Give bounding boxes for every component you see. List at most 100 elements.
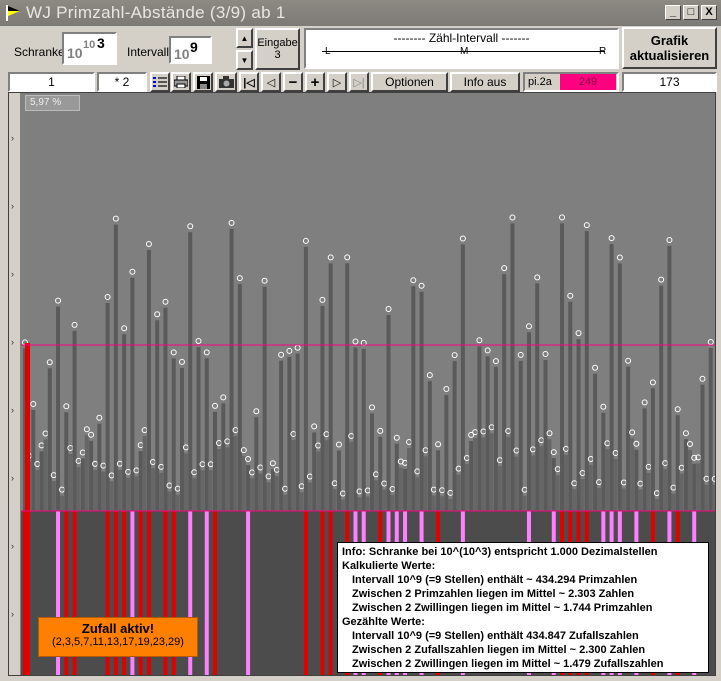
plot-point <box>174 485 181 492</box>
optionen-button[interactable]: Optionen <box>371 72 448 92</box>
plot-bar <box>258 473 263 511</box>
zufall-primes: (2,3,5,7,11,13,17,19,23,29) <box>52 636 184 648</box>
save-button[interactable] <box>193 72 213 92</box>
plot-point <box>154 311 161 318</box>
plot-point <box>236 275 243 282</box>
grafik-aktualisieren-button[interactable]: Grafik aktualisieren <box>622 27 717 69</box>
floppy-disk-icon <box>196 75 210 89</box>
plot-bar <box>675 415 680 511</box>
plot-bar <box>696 463 701 511</box>
plot-bar <box>316 451 321 511</box>
plot-point <box>50 472 57 479</box>
plot-point <box>658 276 665 283</box>
zufall-title: Zufall aktiv! <box>81 621 155 636</box>
tick-mark: › <box>11 541 14 551</box>
plot-point <box>563 445 570 452</box>
prev-button[interactable]: ◁ <box>261 72 281 92</box>
plot-point <box>100 462 107 469</box>
list-view-button[interactable] <box>150 72 170 92</box>
camera-button[interactable] <box>215 72 237 92</box>
plot-point <box>67 444 74 451</box>
plot-bar <box>423 456 428 511</box>
plot-point <box>75 457 82 464</box>
first-button[interactable]: |◁ <box>239 72 259 92</box>
last-button[interactable]: ▷| <box>349 72 369 92</box>
plot-bar <box>609 244 614 511</box>
maximize-button[interactable]: □ <box>683 5 699 20</box>
plot-point <box>505 427 512 434</box>
plot-point <box>137 442 144 449</box>
intervall-field[interactable]: 10 9 <box>169 36 212 64</box>
schranke-field[interactable]: 10 10 3 <box>62 32 117 65</box>
plot-bar <box>237 284 242 511</box>
plot-bar <box>659 285 664 511</box>
plot-bar <box>638 489 643 511</box>
plus-button[interactable]: + <box>305 72 325 92</box>
plot-point <box>534 274 541 281</box>
plot-bar <box>510 223 515 512</box>
plot-point <box>455 465 462 472</box>
plot-bar <box>349 441 354 511</box>
plot-point <box>604 440 611 447</box>
plot-point <box>63 403 70 410</box>
plot-point <box>443 385 450 392</box>
plot-bar <box>588 464 593 511</box>
plot-bar <box>419 291 424 511</box>
plot-bar <box>130 277 135 511</box>
plot-point <box>302 237 309 244</box>
plot-bar <box>560 223 565 511</box>
start-value-field[interactable]: 1 <box>8 72 95 92</box>
eingabe-button[interactable]: Eingabe 3 <box>255 28 300 70</box>
plot-bar <box>221 403 226 511</box>
plot-point <box>59 486 66 493</box>
plot-bar <box>336 450 341 511</box>
plot-bar <box>646 472 651 511</box>
plot-point <box>323 431 330 438</box>
plot-bar <box>126 477 131 511</box>
plot-point <box>521 486 528 493</box>
plot-point <box>88 431 95 438</box>
plot-bar <box>324 440 329 511</box>
plot-bar <box>146 249 151 511</box>
plot-bar <box>593 373 598 511</box>
plot-bar <box>506 436 511 511</box>
plot-bar <box>250 478 255 511</box>
spin-up-button[interactable]: ▲ <box>236 28 253 48</box>
plot-bar <box>204 511 209 675</box>
multiplier-field[interactable]: * 2 <box>97 72 147 92</box>
info-line: Intervall 10^9 (=9 Stellen) enthält ~ 43… <box>352 574 638 586</box>
plot-point <box>381 480 388 487</box>
spin-down-button[interactable]: ▼ <box>236 50 253 70</box>
triangle-down-icon: ▼ <box>240 55 249 65</box>
zaehl-intervall-panel[interactable]: -------- Zähl-Intervall ------- L M R <box>304 28 619 69</box>
plot-bar <box>270 469 275 511</box>
skip-last-icon: ▷| <box>353 76 365 89</box>
plot-point <box>509 214 516 221</box>
plot-bar <box>526 332 531 511</box>
plot-point <box>637 480 644 487</box>
plot-bar <box>188 232 193 511</box>
plot-bar <box>493 367 498 511</box>
info-line: Zwischen 2 Primzahlen liegen im Mittel ~… <box>352 588 635 600</box>
plot-bar <box>56 306 61 511</box>
zaehl-title: -------- Zähl-Intervall ------- <box>393 31 530 45</box>
info-aus-button[interactable]: Info aus <box>450 72 520 92</box>
intervall-base: 10 <box>174 46 190 62</box>
plot-bar <box>155 320 160 511</box>
next-button[interactable]: ▷ <box>327 72 347 92</box>
plot-gutter: › › › › › › › › <box>9 93 21 675</box>
plot-point <box>133 467 140 474</box>
minimize-button[interactable]: _ <box>665 5 681 20</box>
plot-point <box>600 403 607 410</box>
plot-point <box>195 338 202 345</box>
plot-point <box>678 464 685 471</box>
minus-button[interactable]: − <box>283 72 303 92</box>
tick-mark: › <box>11 473 14 483</box>
plot-point <box>542 350 549 357</box>
close-button[interactable]: X <box>701 5 717 20</box>
plot-point <box>571 480 578 487</box>
plot-bar <box>535 283 540 511</box>
plot-bar <box>332 489 337 511</box>
print-button[interactable] <box>171 72 191 92</box>
info-line: Zwischen 2 Zufallszahlen liegen im Mitte… <box>352 644 646 656</box>
